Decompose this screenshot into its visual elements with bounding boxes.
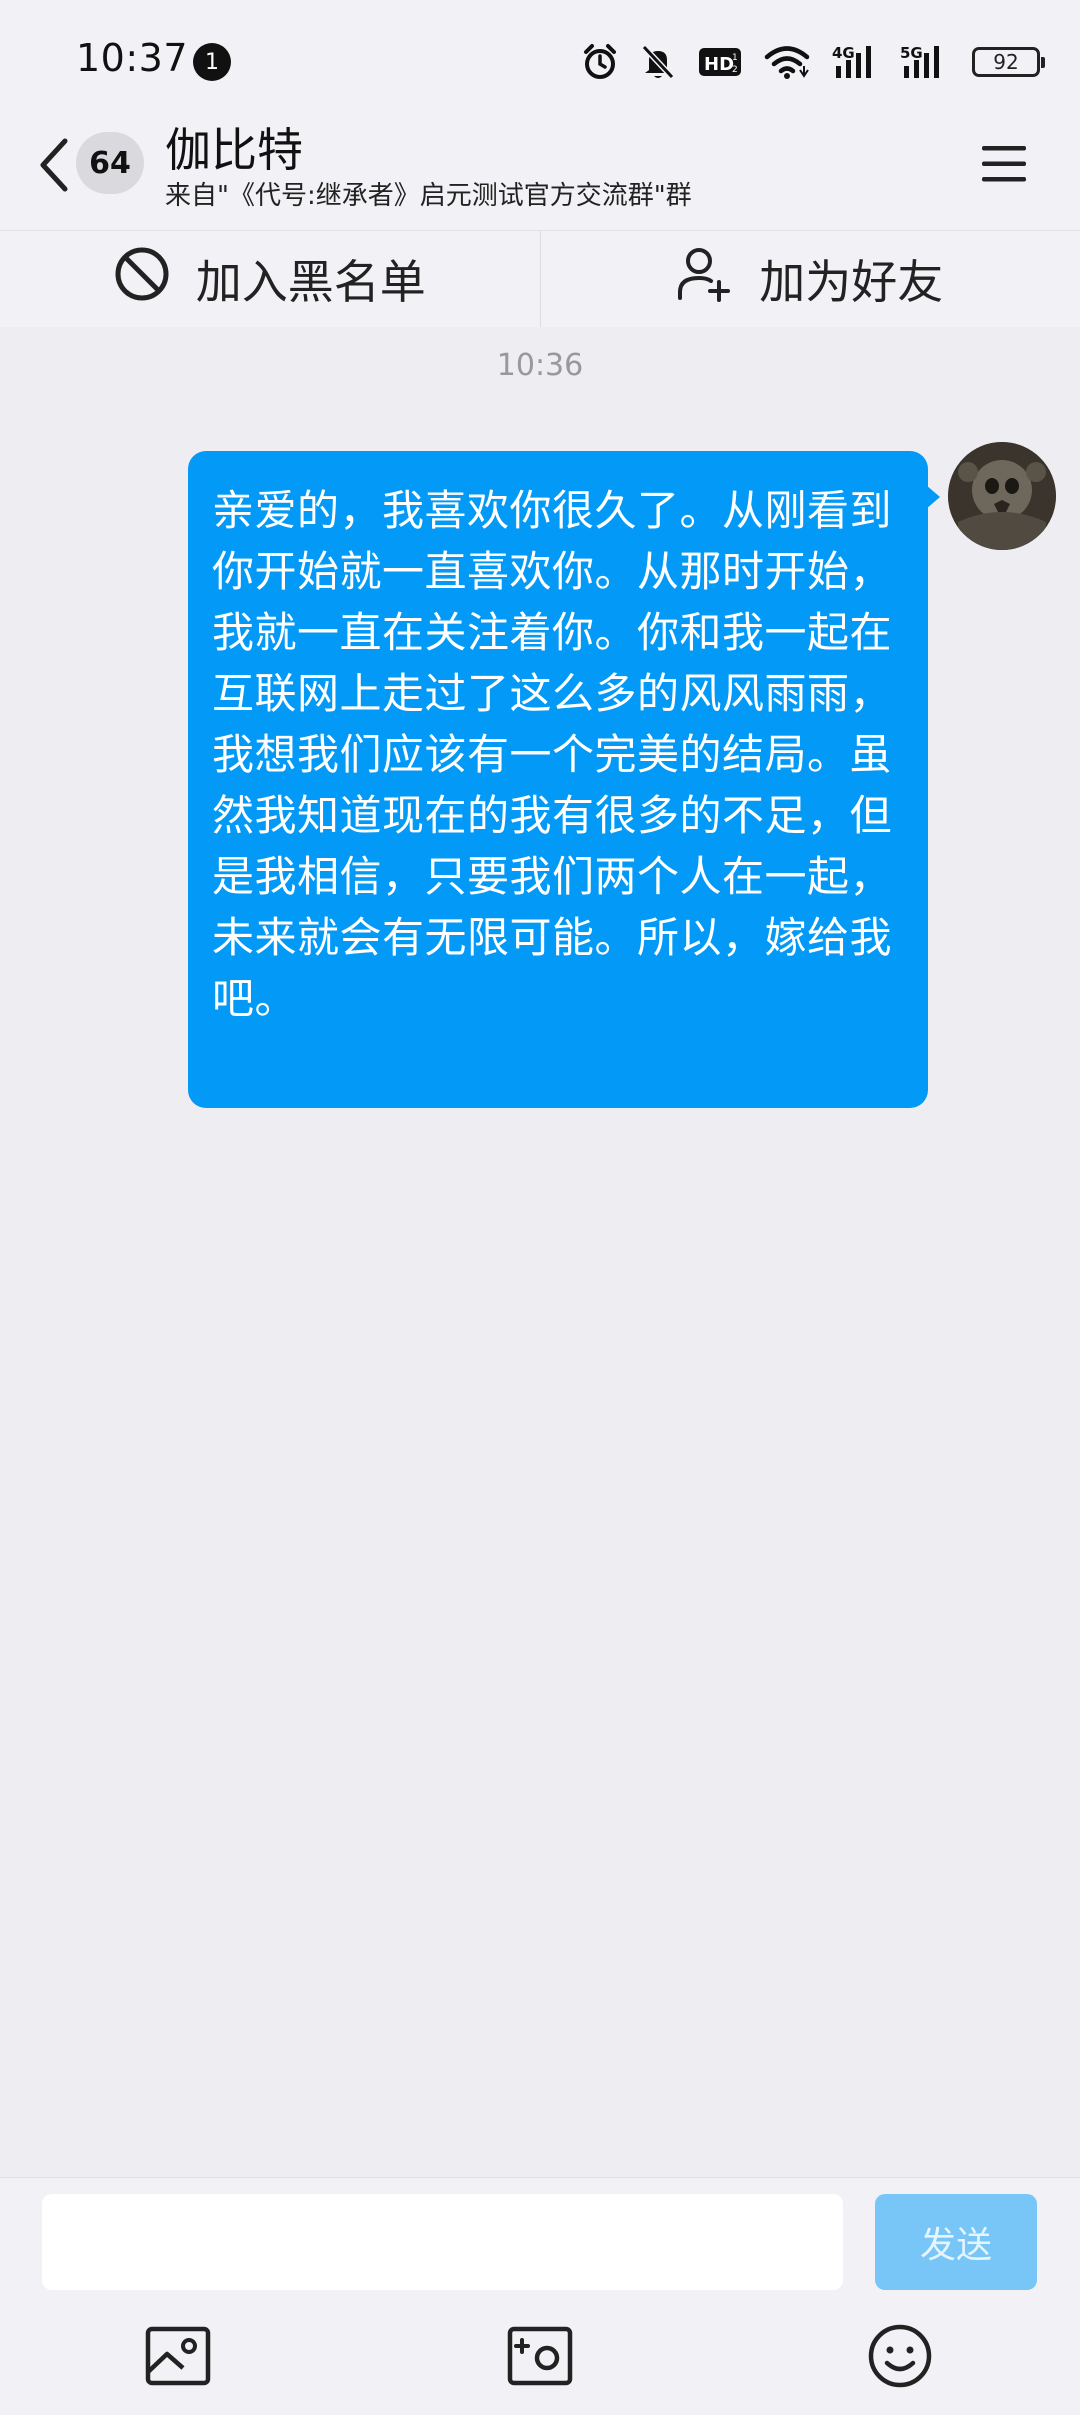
camera-icon — [507, 2326, 573, 2390]
chat-title: 伽比特 — [165, 118, 303, 182]
notification-count-badge: 1 — [193, 43, 231, 81]
mute-icon — [640, 43, 676, 81]
battery-icon: 92 — [972, 47, 1040, 77]
svg-text:5G: 5G — [900, 44, 923, 62]
wifi-icon — [764, 44, 810, 80]
message-input[interactable] — [42, 2194, 843, 2290]
menu-icon — [981, 144, 1027, 188]
svg-text:2: 2 — [732, 65, 738, 75]
emoji-icon — [867, 2323, 933, 2393]
message-timestamp: 10:36 — [0, 348, 1080, 383]
svg-text:HD: HD — [704, 54, 734, 75]
back-button[interactable] — [30, 132, 78, 202]
svg-text:1: 1 — [732, 53, 738, 63]
add-user-icon — [677, 246, 733, 313]
chevron-left-icon — [37, 135, 71, 199]
svg-text:4G: 4G — [832, 44, 855, 62]
input-area: 发送 — [0, 2177, 1080, 2415]
unread-count-badge[interactable]: 64 — [76, 132, 144, 194]
menu-button[interactable] — [980, 142, 1028, 190]
avatar[interactable] — [948, 442, 1056, 550]
alarm-icon — [582, 43, 618, 81]
status-time: 10:37 — [76, 36, 188, 80]
add-to-blacklist-label: 加入黑名单 — [196, 246, 426, 312]
4g-signal-icon: 4G — [832, 44, 878, 80]
send-button[interactable]: 发送 — [875, 2194, 1037, 2290]
emoji-button[interactable] — [866, 2324, 934, 2392]
add-to-blacklist-button[interactable]: 加入黑名单 — [0, 231, 540, 327]
hd-icon: HD 1 2 — [698, 46, 742, 78]
chat-header: 64 伽比特 来自"《代号:继承者》启元测试官方交流群"群 — [0, 118, 1080, 230]
action-bar: 加入黑名单 加为好友 — [0, 230, 1080, 327]
status-bar: 10:37 1 HD 1 2 — [0, 0, 1080, 118]
message-bubble-self[interactable]: 亲爱的，我喜欢你很久了。从刚看到你开始就一直喜欢你。从那时开始，我就一直在关注着… — [188, 451, 928, 1108]
chat-subtitle: 来自"《代号:继承者》启元测试官方交流群"群 — [165, 176, 692, 216]
add-friend-button[interactable]: 加为好友 — [541, 231, 1080, 327]
block-icon — [114, 246, 170, 313]
camera-button[interactable] — [506, 2324, 574, 2392]
image-button[interactable] — [144, 2324, 212, 2392]
image-icon — [145, 2326, 211, 2390]
add-friend-label: 加为好友 — [759, 246, 943, 312]
5g-signal-icon: 5G — [900, 44, 950, 80]
status-icons: HD 1 2 4G 5G — [582, 38, 1040, 86]
